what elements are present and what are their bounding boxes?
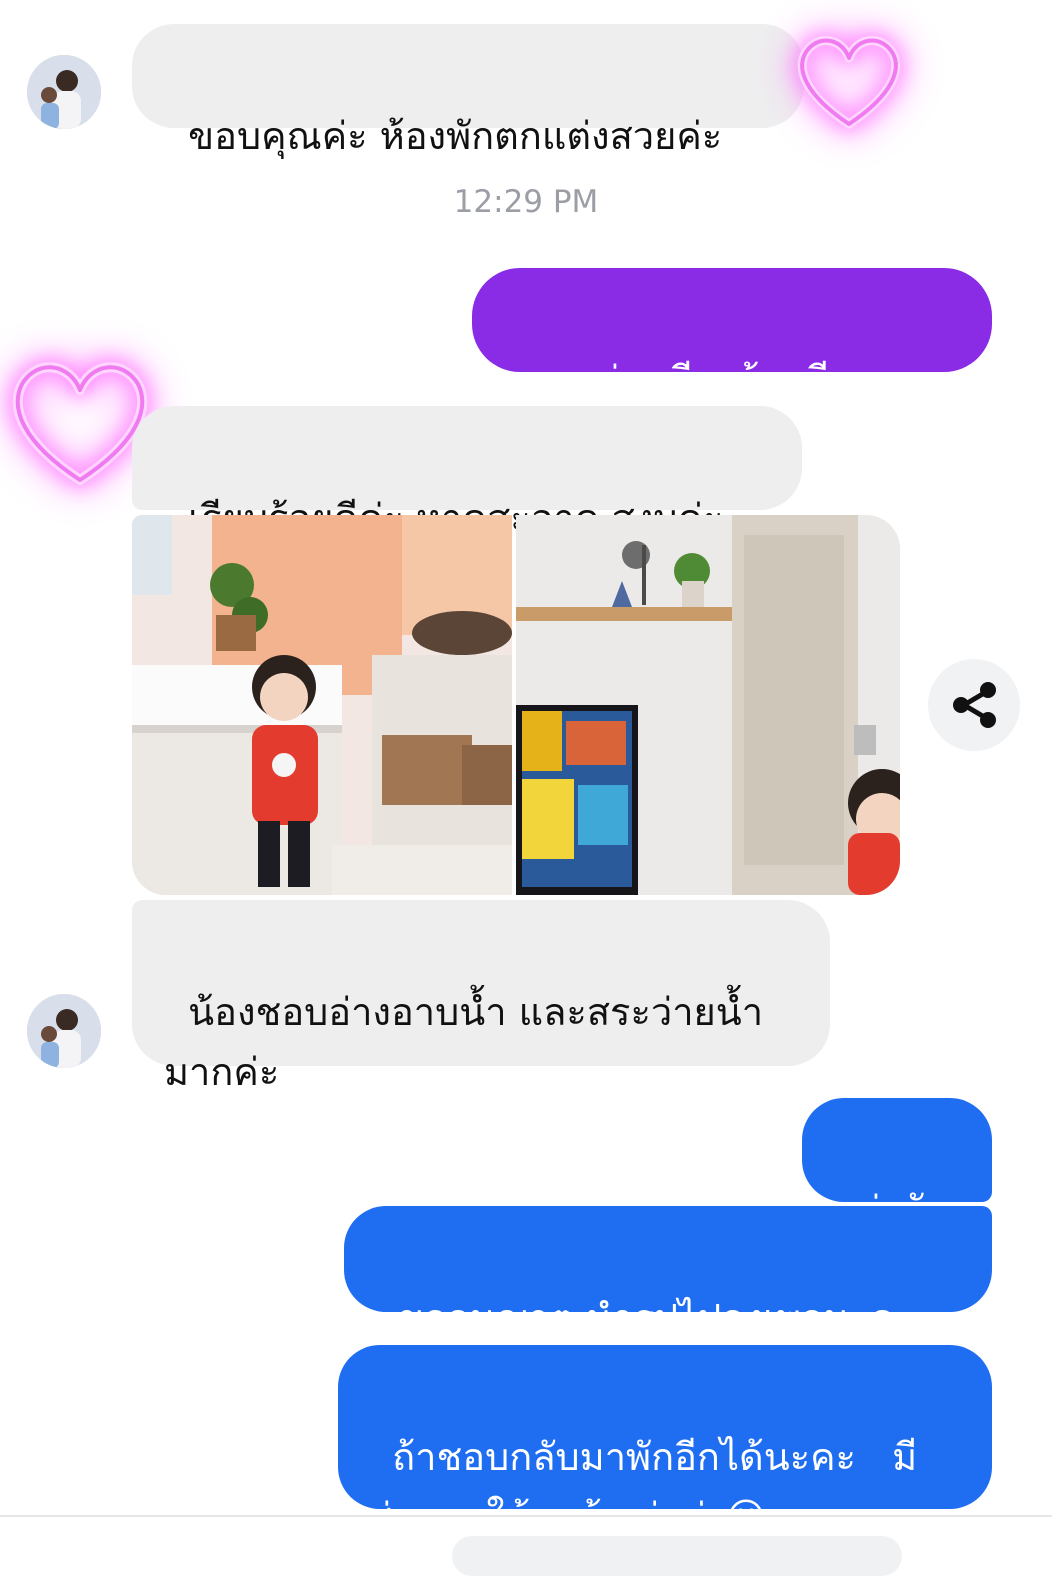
- avatar[interactable]: [27, 994, 101, 1068]
- message-bubble-outgoing[interactable]: ขออนุญาต นำรูปไปลงเพจนะคะ: [344, 1206, 992, 1340]
- message-text: ขออนุญาต นำรูปไปลงเพจนะคะ: [398, 1296, 916, 1340]
- message-text: ทุกอย่างเรียบร้อยดีนะคะ: [526, 358, 922, 402]
- message-text: น้องชอบอ่างอาบน้ำ และสระว่ายน้ำ มากค่ะ: [164, 990, 764, 1094]
- photo-thumbnail[interactable]: [132, 515, 512, 895]
- avatar[interactable]: [27, 55, 101, 129]
- share-button[interactable]: [928, 659, 1020, 751]
- composer-divider: [0, 1515, 1052, 1517]
- heart-icon: [797, 36, 901, 129]
- message-timestamp: 12:29 PM: [453, 184, 599, 220]
- message-bubble-outgoing[interactable]: ทุกอย่างเรียบร้อยดีนะคะ: [472, 268, 992, 402]
- share-icon: [953, 682, 996, 728]
- message-text: ถ้าชอบกลับมาพักอีกได้นะคะ มี ส่วนลดให้ลู…: [368, 1435, 918, 1539]
- message-bubble-incoming[interactable]: เรียบร้อยดีค่ะ หาดสะอาด สงบค่ะ: [132, 406, 802, 540]
- composer-pill[interactable]: [452, 1536, 902, 1576]
- message-bubble-incoming[interactable]: ขอบคุณค่ะ ห้องพักตกแต่งสวยค่ะ: [132, 24, 804, 158]
- message-bubble-outgoing[interactable]: น่ารักก: [802, 1098, 992, 1292]
- photo-thumbnail[interactable]: [516, 515, 900, 895]
- message-bubble-incoming[interactable]: น้องชอบอ่างอาบน้ำ และสระว่ายน้ำ มากค่ะ: [132, 900, 830, 1094]
- message-text: ขอบคุณค่ะ ห้องพักตกแต่งสวยค่ะ: [188, 114, 723, 158]
- message-bubble-outgoing[interactable]: ถ้าชอบกลับมาพักอีกได้นะคะ มี ส่วนลดให้ลู…: [338, 1345, 992, 1539]
